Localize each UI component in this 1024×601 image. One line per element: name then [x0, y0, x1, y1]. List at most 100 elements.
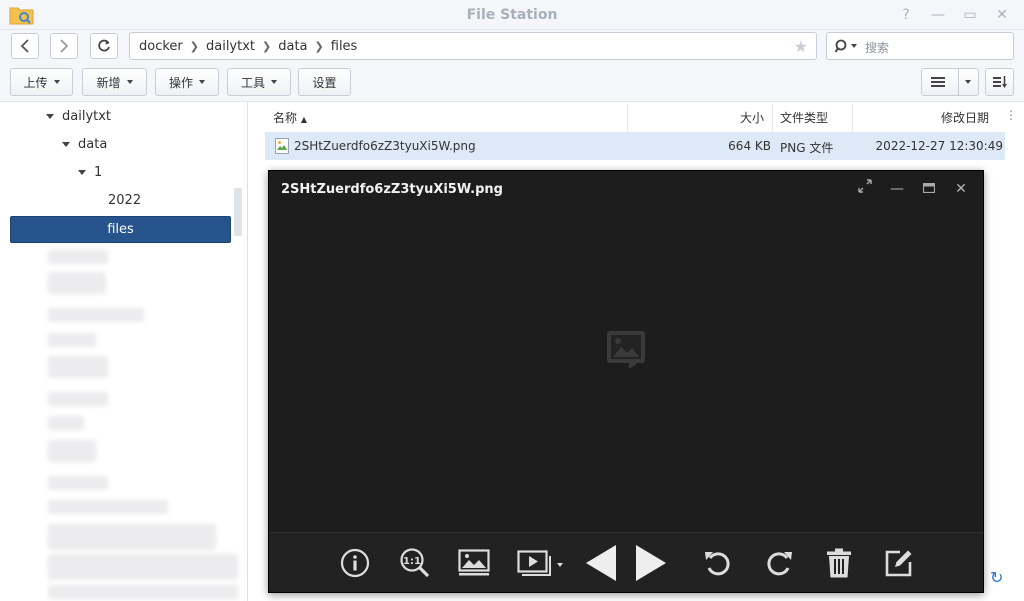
- chevron-left-icon: [20, 39, 29, 53]
- view-mode-button[interactable]: [921, 68, 979, 96]
- tree-label-1: 1: [94, 165, 103, 180]
- help-icon[interactable]: ?: [897, 6, 915, 24]
- sort-button[interactable]: [985, 68, 1014, 96]
- caret-down-icon: [126, 80, 133, 84]
- settings-button[interactable]: 设置: [298, 68, 351, 96]
- tree-item-2022[interactable]: 2022: [108, 193, 141, 208]
- rotate-left-icon: [705, 552, 730, 576]
- file-name: 2SHtZuerdfo6zZ3tyuXi5W.png: [294, 139, 476, 153]
- tree-item-data[interactable]: data: [62, 137, 107, 152]
- edit-button[interactable]: [881, 545, 917, 581]
- fit-image-button[interactable]: [456, 545, 492, 581]
- breadcrumb-separator-icon: ❯: [314, 39, 324, 53]
- blurred-tree-item: [48, 554, 238, 580]
- settings-label: 设置: [312, 75, 337, 90]
- search-input[interactable]: 搜索: [826, 32, 1014, 60]
- tree-label-dailytxt: dailytxt: [62, 109, 112, 124]
- title-bar: File Station ? — ▭ ✕: [0, 0, 1024, 30]
- column-modified-label: 修改日期: [940, 111, 989, 125]
- column-header-size[interactable]: 大小: [628, 104, 773, 132]
- caret-down-icon: [271, 80, 277, 84]
- favorite-star-icon[interactable]: ★: [794, 37, 808, 56]
- previous-button[interactable]: [583, 545, 619, 581]
- viewer-title: 2SHtZuerdfo6zZ3tyuXi5W.png: [281, 182, 503, 197]
- blurred-tree-item: [48, 272, 106, 294]
- viewer-close-icon[interactable]: ✕: [951, 179, 971, 199]
- list-scroll-button[interactable]: ⋮: [1004, 108, 1018, 128]
- next-button[interactable]: [633, 545, 669, 581]
- fullscreen-icon[interactable]: [855, 179, 875, 199]
- zoom-actual-size-icon: 1:1: [400, 548, 430, 578]
- column-header-type[interactable]: 文件类型: [773, 104, 853, 132]
- action-toolbar: [0, 64, 1024, 102]
- blurred-tree-item: [48, 392, 108, 406]
- viewer-maximize-icon[interactable]: [919, 179, 939, 199]
- blurred-tree-item: [48, 356, 108, 378]
- edit-icon: [885, 550, 912, 577]
- tools-label: 工具: [240, 75, 265, 90]
- rotate-left-button[interactable]: [700, 545, 736, 581]
- column-header-name[interactable]: 名称 ▲: [265, 104, 628, 132]
- tree-label-data: data: [78, 137, 108, 152]
- refresh-icon: [98, 39, 110, 52]
- slideshow-button[interactable]: [516, 545, 566, 581]
- refresh-icon[interactable]: ↻: [990, 568, 1003, 587]
- tree-item-dailytxt[interactable]: dailytxt: [46, 109, 111, 124]
- breadcrumb: docker ❯ dailytxt ❯ data ❯ files ★: [129, 32, 817, 60]
- search-icon: [835, 39, 857, 53]
- rotate-right-icon: [767, 552, 792, 576]
- refresh-button[interactable]: [90, 33, 118, 59]
- breadcrumb-item-data[interactable]: data: [278, 39, 307, 54]
- viewer-control-bar: 1:1: [269, 532, 983, 592]
- breadcrumb-item-dailytxt[interactable]: dailytxt: [206, 39, 255, 54]
- info-icon: [340, 548, 370, 578]
- close-icon[interactable]: ✕: [993, 6, 1011, 24]
- expand-arrow-icon[interactable]: [78, 170, 86, 175]
- sidebar-scrollbar[interactable]: [234, 188, 242, 236]
- blurred-tree-item: [48, 250, 108, 264]
- column-header-modified[interactable]: 修改日期: [853, 104, 1005, 132]
- table-row[interactable]: 2SHtZuerdfo6zZ3tyuXi5W.png 664 KB PNG 文件…: [265, 132, 1005, 160]
- rotate-right-button[interactable]: [761, 545, 797, 581]
- expand-arrow-icon[interactable]: [62, 142, 70, 147]
- back-button[interactable]: [11, 33, 39, 59]
- caret-down-icon: [964, 80, 971, 84]
- info-button[interactable]: [337, 545, 373, 581]
- sort-asc-icon: ▲: [300, 115, 307, 124]
- trash-icon: [827, 548, 851, 578]
- image-placeholder-icon: [607, 331, 645, 369]
- image-viewer-window: 2SHtZuerdfo6zZ3tyuXi5W.png — ✕ 1:1: [268, 170, 984, 593]
- caret-down-icon: [53, 80, 60, 84]
- action-button[interactable]: 操作: [155, 68, 219, 96]
- tree-item-files[interactable]: files: [10, 216, 231, 243]
- forward-button[interactable]: [50, 33, 78, 59]
- file-type: PNG 文件: [780, 141, 834, 155]
- list-view-icon: [930, 77, 945, 87]
- viewer-minimize-icon[interactable]: —: [887, 179, 907, 199]
- column-type-label: 文件类型: [780, 111, 829, 125]
- expand-arrow-icon[interactable]: [46, 114, 54, 119]
- actual-size-button[interactable]: 1:1: [397, 545, 433, 581]
- tree-item-1[interactable]: 1: [78, 165, 102, 180]
- chevron-right-icon: [60, 39, 69, 53]
- blurred-tree-item: [48, 476, 108, 490]
- sort-icon: [992, 76, 1007, 88]
- column-size-label: 大小: [739, 111, 764, 125]
- delete-button[interactable]: [821, 545, 857, 581]
- create-button[interactable]: 新增: [82, 68, 147, 96]
- minimize-icon[interactable]: —: [929, 6, 947, 24]
- breadcrumb-item-files[interactable]: files: [331, 39, 358, 54]
- image-file-icon: [275, 138, 289, 154]
- slideshow-icon: [517, 550, 563, 576]
- file-modified: 2022-12-27 12:30:49: [875, 139, 1003, 153]
- blurred-tree-item: [48, 440, 96, 462]
- svg-text:1:1: 1:1: [403, 556, 421, 567]
- blurred-tree-item: [48, 585, 238, 599]
- breadcrumb-item-docker[interactable]: docker: [139, 39, 183, 54]
- maximize-icon[interactable]: ▭: [961, 6, 979, 24]
- image-icon: [458, 549, 490, 576]
- window-title: File Station: [466, 7, 558, 23]
- tools-button[interactable]: 工具: [227, 68, 291, 96]
- blurred-tree-item: [48, 524, 216, 550]
- upload-button[interactable]: 上传: [10, 68, 73, 96]
